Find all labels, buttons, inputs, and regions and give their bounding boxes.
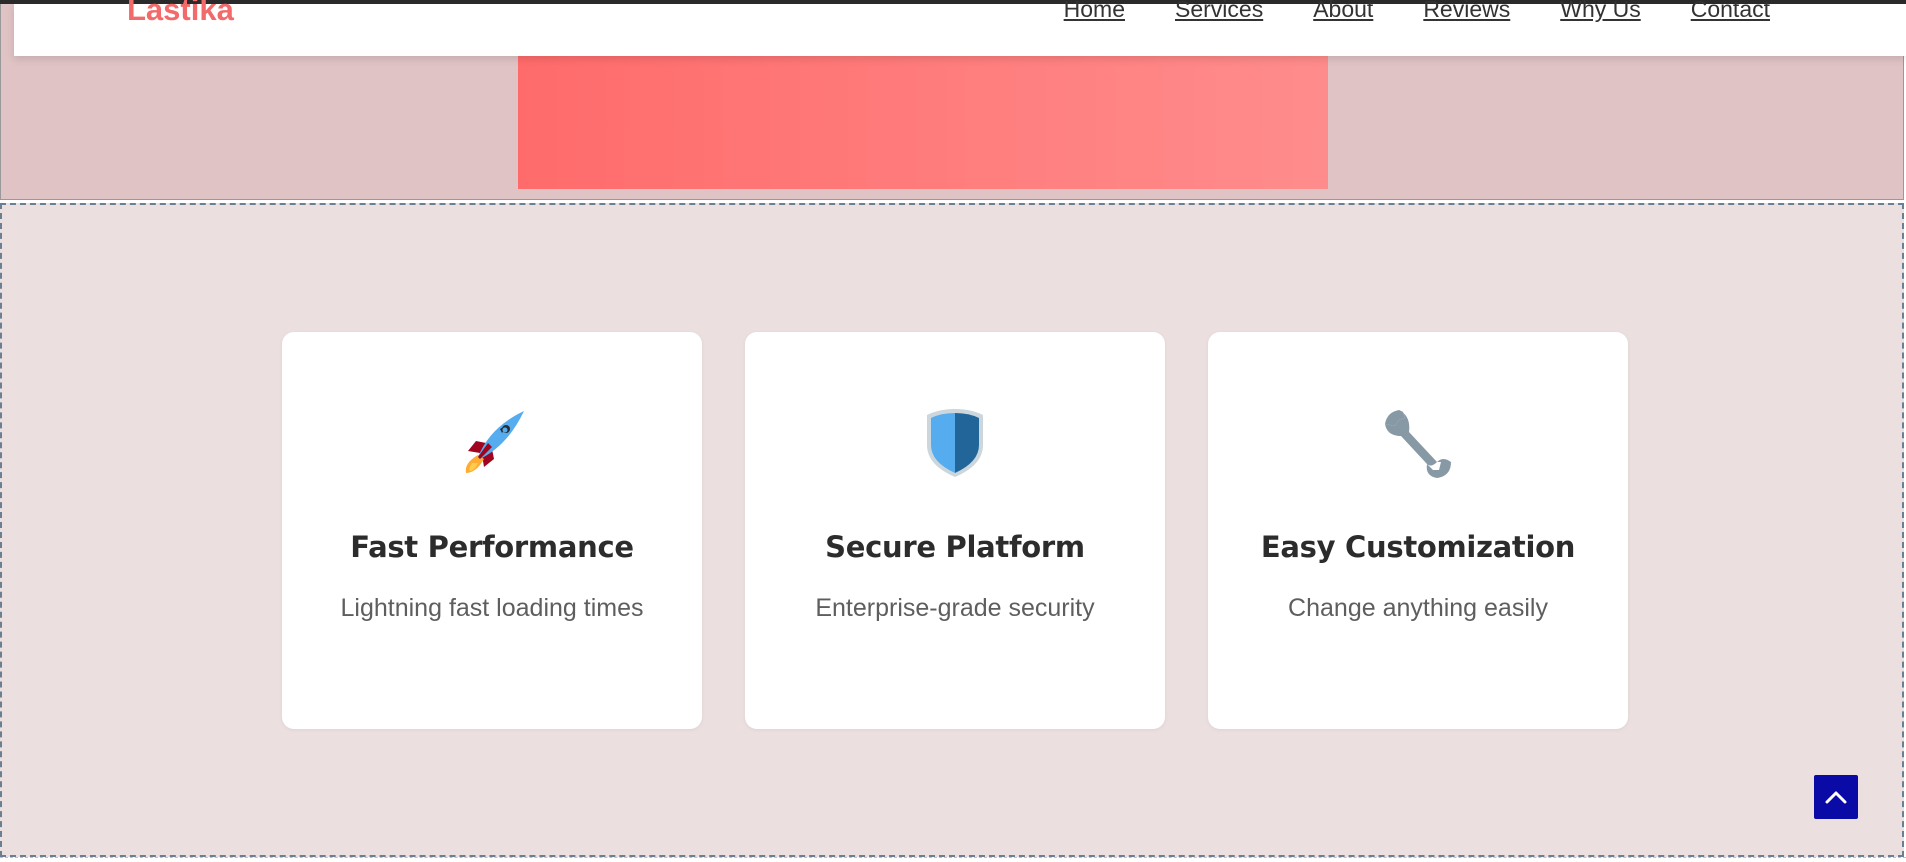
feature-card-fast-performance: Fast Performance Lightning fast loading …	[282, 332, 702, 729]
rocket-icon	[282, 406, 702, 480]
nav-menu: Home Services About Reviews Why Us Conta…	[1014, 0, 1770, 24]
feature-description: Lightning fast loading times	[340, 594, 644, 622]
feature-title: Secure Platform	[825, 530, 1085, 564]
features-section: Fast Performance Lightning fast loading …	[0, 203, 1904, 857]
next-section-edge	[0, 857, 1906, 862]
feature-title: Easy Customization	[1260, 530, 1576, 564]
nav-link-why-us[interactable]: Why Us	[1560, 0, 1641, 24]
feature-description: Enterprise-grade security	[815, 594, 1095, 622]
wrench-icon	[1208, 406, 1628, 480]
navbar: Lastika Home Services About Reviews Why …	[14, 0, 1906, 56]
nav-link-about[interactable]: About	[1313, 0, 1373, 24]
nav-link-contact[interactable]: Contact	[1691, 0, 1770, 24]
feature-card-easy-customization: Easy Customization Change anything easil…	[1208, 332, 1628, 729]
nav-link-services[interactable]: Services	[1175, 0, 1263, 24]
hero-image	[518, 56, 1328, 189]
shield-icon	[745, 406, 1165, 480]
feature-card-secure-platform: Secure Platform Enterprise-grade securit…	[745, 332, 1165, 729]
logo[interactable]: Lastika	[127, 0, 234, 28]
nav-link-home[interactable]: Home	[1064, 0, 1125, 24]
back-to-top-button[interactable]	[1814, 775, 1858, 819]
feature-cards: Fast Performance Lightning fast loading …	[282, 332, 1628, 729]
nav-link-reviews[interactable]: Reviews	[1423, 0, 1510, 24]
feature-title: Fast Performance	[350, 530, 634, 564]
page: Lastika Home Services About Reviews Why …	[0, 0, 1906, 862]
chevron-up-icon	[1825, 791, 1847, 804]
feature-description: Change anything easily	[1288, 594, 1548, 622]
